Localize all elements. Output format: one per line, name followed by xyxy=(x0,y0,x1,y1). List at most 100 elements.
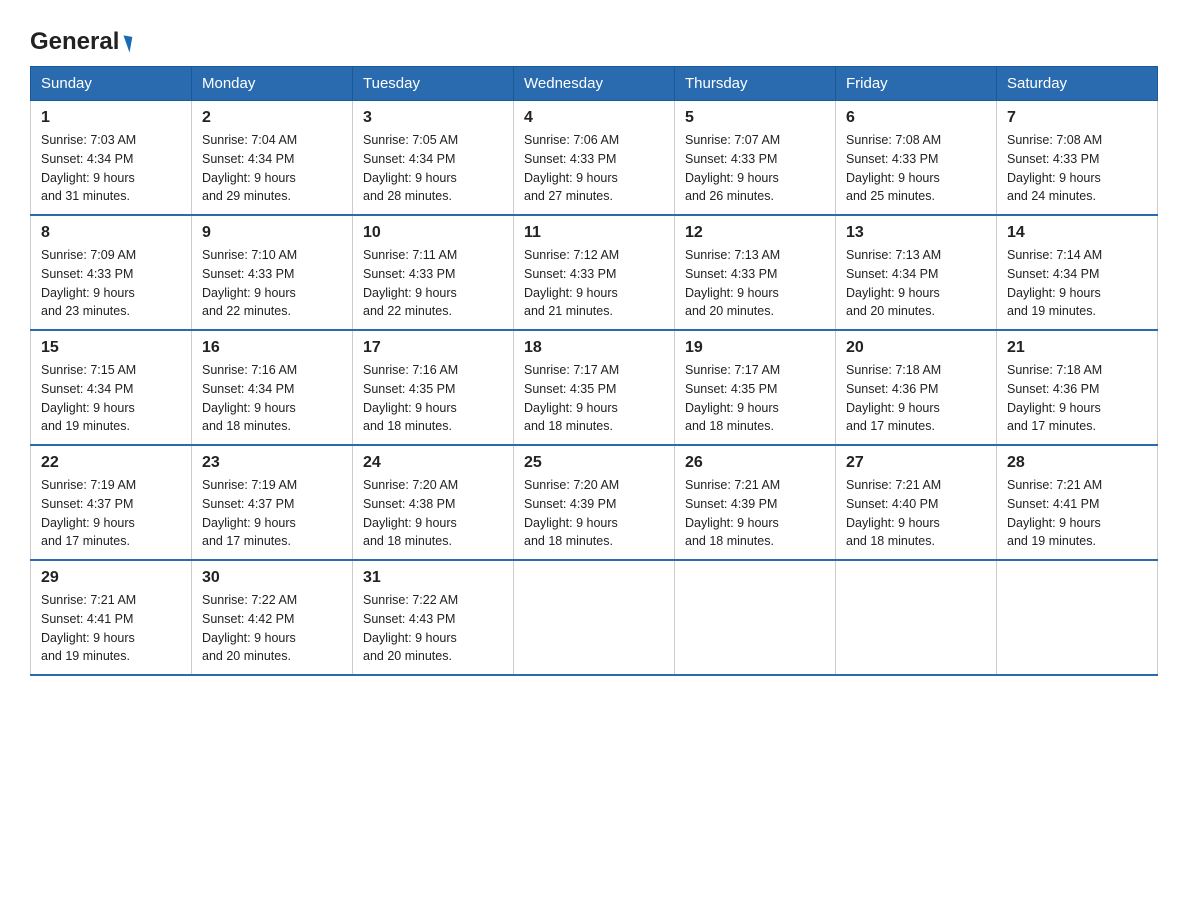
day-info: Sunrise: 7:22 AMSunset: 4:43 PMDaylight:… xyxy=(363,591,503,666)
calendar-cell xyxy=(675,560,836,675)
day-number: 4 xyxy=(524,109,664,127)
calendar-cell: 3 Sunrise: 7:05 AMSunset: 4:34 PMDaylight… xyxy=(353,101,514,216)
day-info: Sunrise: 7:18 AMSunset: 4:36 PMDaylight:… xyxy=(1007,361,1147,436)
day-info: Sunrise: 7:16 AMSunset: 4:34 PMDaylight:… xyxy=(202,361,342,436)
day-info: Sunrise: 7:04 AMSunset: 4:34 PMDaylight:… xyxy=(202,131,342,206)
day-number: 28 xyxy=(1007,454,1147,472)
calendar-cell: 8 Sunrise: 7:09 AMSunset: 4:33 PMDaylight… xyxy=(31,215,192,330)
calendar-cell: 22 Sunrise: 7:19 AMSunset: 4:37 PMDayligh… xyxy=(31,445,192,560)
logo-general-text: General xyxy=(30,28,131,56)
day-number: 3 xyxy=(363,109,503,127)
calendar-cell: 6 Sunrise: 7:08 AMSunset: 4:33 PMDaylight… xyxy=(836,101,997,216)
calendar-cell: 15Sunrise: 7:15 AMSunset: 4:34 PMDayligh… xyxy=(31,330,192,445)
calendar-table: SundayMondayTuesdayWednesdayThursdayFrid… xyxy=(30,66,1158,676)
day-info: Sunrise: 7:22 AMSunset: 4:42 PMDaylight:… xyxy=(202,591,342,666)
day-info: Sunrise: 7:13 AMSunset: 4:33 PMDaylight:… xyxy=(685,246,825,321)
day-number: 20 xyxy=(846,339,986,357)
calendar-cell: 4 Sunrise: 7:06 AMSunset: 4:33 PMDaylight… xyxy=(514,101,675,216)
day-number: 22 xyxy=(41,454,181,472)
day-info: Sunrise: 7:19 AMSunset: 4:37 PMDaylight:… xyxy=(41,476,181,551)
day-info: Sunrise: 7:09 AMSunset: 4:33 PMDaylight:… xyxy=(41,246,181,321)
calendar-cell: 28 Sunrise: 7:21 AMSunset: 4:41 PMDayligh… xyxy=(997,445,1158,560)
day-header-friday: Friday xyxy=(836,67,997,101)
calendar-cell: 18Sunrise: 7:17 AMSunset: 4:35 PMDayligh… xyxy=(514,330,675,445)
calendar-cell: 16 Sunrise: 7:16 AMSunset: 4:34 PMDayligh… xyxy=(192,330,353,445)
week-row-1: 1 Sunrise: 7:03 AMSunset: 4:34 PMDaylight… xyxy=(31,101,1158,216)
logo-general: General xyxy=(30,28,119,55)
calendar-cell: 17 Sunrise: 7:16 AMSunset: 4:35 PMDayligh… xyxy=(353,330,514,445)
day-info: Sunrise: 7:10 AMSunset: 4:33 PMDaylight:… xyxy=(202,246,342,321)
day-info: Sunrise: 7:03 AMSunset: 4:34 PMDaylight:… xyxy=(41,131,181,206)
week-row-5: 29Sunrise: 7:21 AMSunset: 4:41 PMDayligh… xyxy=(31,560,1158,675)
day-header-tuesday: Tuesday xyxy=(353,67,514,101)
day-number: 5 xyxy=(685,109,825,127)
calendar-cell: 1 Sunrise: 7:03 AMSunset: 4:34 PMDaylight… xyxy=(31,101,192,216)
calendar-cell: 14 Sunrise: 7:14 AMSunset: 4:34 PMDayligh… xyxy=(997,215,1158,330)
week-row-4: 22 Sunrise: 7:19 AMSunset: 4:37 PMDayligh… xyxy=(31,445,1158,560)
day-number: 10 xyxy=(363,224,503,242)
calendar-cell: 20 Sunrise: 7:18 AMSunset: 4:36 PMDayligh… xyxy=(836,330,997,445)
calendar-cell: 24 Sunrise: 7:20 AMSunset: 4:38 PMDayligh… xyxy=(353,445,514,560)
calendar-cell xyxy=(997,560,1158,675)
day-header-thursday: Thursday xyxy=(675,67,836,101)
day-info: Sunrise: 7:21 AMSunset: 4:39 PMDaylight:… xyxy=(685,476,825,551)
day-info: Sunrise: 7:15 AMSunset: 4:34 PMDaylight:… xyxy=(41,361,181,436)
day-info: Sunrise: 7:14 AMSunset: 4:34 PMDaylight:… xyxy=(1007,246,1147,321)
day-header-sunday: Sunday xyxy=(31,67,192,101)
day-info: Sunrise: 7:17 AMSunset: 4:35 PMDaylight:… xyxy=(524,361,664,436)
calendar-cell: 29Sunrise: 7:21 AMSunset: 4:41 PMDayligh… xyxy=(31,560,192,675)
day-info: Sunrise: 7:21 AMSunset: 4:41 PMDaylight:… xyxy=(1007,476,1147,551)
day-info: Sunrise: 7:18 AMSunset: 4:36 PMDaylight:… xyxy=(846,361,986,436)
day-number: 16 xyxy=(202,339,342,357)
day-header-monday: Monday xyxy=(192,67,353,101)
calendar-header-row: SundayMondayTuesdayWednesdayThursdayFrid… xyxy=(31,67,1158,101)
calendar-cell: 23 Sunrise: 7:19 AMSunset: 4:37 PMDayligh… xyxy=(192,445,353,560)
day-number: 7 xyxy=(1007,109,1147,127)
day-info: Sunrise: 7:20 AMSunset: 4:39 PMDaylight:… xyxy=(524,476,664,551)
day-info: Sunrise: 7:19 AMSunset: 4:37 PMDaylight:… xyxy=(202,476,342,551)
day-header-saturday: Saturday xyxy=(997,67,1158,101)
logo: General xyxy=(30,28,131,56)
day-number: 13 xyxy=(846,224,986,242)
day-info: Sunrise: 7:16 AMSunset: 4:35 PMDaylight:… xyxy=(363,361,503,436)
day-info: Sunrise: 7:21 AMSunset: 4:41 PMDaylight:… xyxy=(41,591,181,666)
calendar-cell: 25Sunrise: 7:20 AMSunset: 4:39 PMDayligh… xyxy=(514,445,675,560)
calendar-cell: 27Sunrise: 7:21 AMSunset: 4:40 PMDayligh… xyxy=(836,445,997,560)
calendar-cell: 2 Sunrise: 7:04 AMSunset: 4:34 PMDaylight… xyxy=(192,101,353,216)
day-info: Sunrise: 7:20 AMSunset: 4:38 PMDaylight:… xyxy=(363,476,503,551)
day-info: Sunrise: 7:07 AMSunset: 4:33 PMDaylight:… xyxy=(685,131,825,206)
day-number: 6 xyxy=(846,109,986,127)
day-number: 8 xyxy=(41,224,181,242)
calendar-cell: 30 Sunrise: 7:22 AMSunset: 4:42 PMDayligh… xyxy=(192,560,353,675)
calendar-cell: 12Sunrise: 7:13 AMSunset: 4:33 PMDayligh… xyxy=(675,215,836,330)
day-number: 1 xyxy=(41,109,181,127)
day-info: Sunrise: 7:08 AMSunset: 4:33 PMDaylight:… xyxy=(1007,131,1147,206)
day-info: Sunrise: 7:06 AMSunset: 4:33 PMDaylight:… xyxy=(524,131,664,206)
day-number: 30 xyxy=(202,569,342,587)
calendar-cell: 13Sunrise: 7:13 AMSunset: 4:34 PMDayligh… xyxy=(836,215,997,330)
day-header-wednesday: Wednesday xyxy=(514,67,675,101)
day-info: Sunrise: 7:21 AMSunset: 4:40 PMDaylight:… xyxy=(846,476,986,551)
day-number: 24 xyxy=(363,454,503,472)
day-number: 19 xyxy=(685,339,825,357)
logo-triangle-icon xyxy=(121,35,133,52)
day-number: 21 xyxy=(1007,339,1147,357)
day-number: 23 xyxy=(202,454,342,472)
calendar-cell xyxy=(836,560,997,675)
day-number: 2 xyxy=(202,109,342,127)
day-number: 14 xyxy=(1007,224,1147,242)
calendar-cell: 5 Sunrise: 7:07 AMSunset: 4:33 PMDaylight… xyxy=(675,101,836,216)
day-number: 9 xyxy=(202,224,342,242)
day-number: 17 xyxy=(363,339,503,357)
calendar-cell: 7 Sunrise: 7:08 AMSunset: 4:33 PMDaylight… xyxy=(997,101,1158,216)
week-row-2: 8 Sunrise: 7:09 AMSunset: 4:33 PMDaylight… xyxy=(31,215,1158,330)
day-number: 31 xyxy=(363,569,503,587)
day-info: Sunrise: 7:12 AMSunset: 4:33 PMDaylight:… xyxy=(524,246,664,321)
calendar-cell: 10Sunrise: 7:11 AMSunset: 4:33 PMDayligh… xyxy=(353,215,514,330)
calendar-cell: 26Sunrise: 7:21 AMSunset: 4:39 PMDayligh… xyxy=(675,445,836,560)
calendar-cell: 9 Sunrise: 7:10 AMSunset: 4:33 PMDaylight… xyxy=(192,215,353,330)
day-info: Sunrise: 7:17 AMSunset: 4:35 PMDaylight:… xyxy=(685,361,825,436)
day-info: Sunrise: 7:08 AMSunset: 4:33 PMDaylight:… xyxy=(846,131,986,206)
calendar-cell: 31 Sunrise: 7:22 AMSunset: 4:43 PMDayligh… xyxy=(353,560,514,675)
day-info: Sunrise: 7:05 AMSunset: 4:34 PMDaylight:… xyxy=(363,131,503,206)
